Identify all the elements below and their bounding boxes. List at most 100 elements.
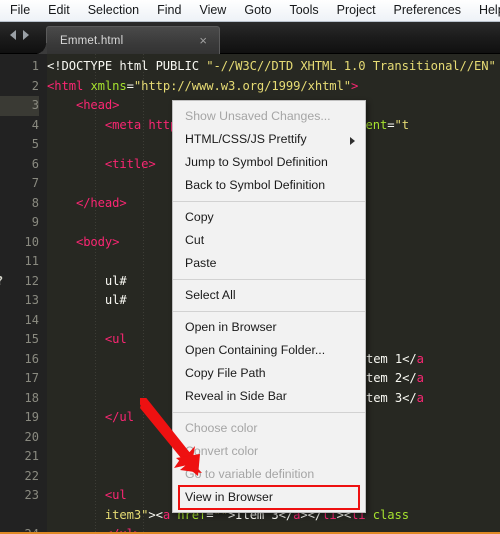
close-icon[interactable]: ×	[199, 34, 207, 47]
line-number-gutter: 1234567891011?12131415161718192021222324	[0, 54, 47, 532]
code-token: <head>	[75, 98, 120, 112]
line-number: 21	[24, 449, 39, 463]
menu-item-preferences[interactable]: Preferences	[385, 1, 470, 20]
context-menu-item-copy[interactable]: Copy	[173, 206, 365, 229]
line-number: 8	[31, 195, 39, 210]
context-menu-item-label: Go to variable definition	[185, 467, 315, 481]
code-token: <body>	[75, 234, 120, 249]
code-token: <title>	[104, 156, 156, 171]
context-menu-item-label: Back to Symbol Definition	[185, 178, 326, 192]
tab-nav-arrows	[10, 30, 29, 40]
menu-separator	[173, 311, 365, 312]
menu-item-file[interactable]: File	[0, 1, 39, 20]
code-token: <ul	[104, 488, 127, 502]
context-menu-item-label: Show Unsaved Changes...	[185, 109, 331, 123]
triangle-right-icon[interactable]	[23, 30, 29, 40]
context-menu-item-go-to-variable-definition: Go to variable definition	[173, 463, 365, 486]
line-number: 4	[31, 117, 39, 132]
menu-item-edit[interactable]: Edit	[39, 1, 79, 20]
context-menu-item-view-in-browser[interactable]: View in Browser	[178, 485, 360, 510]
code-token: ><	[148, 507, 163, 522]
context-menu-item-select-all[interactable]: Select All	[173, 284, 365, 307]
context-menu-item-show-unsaved-changes: Show Unsaved Changes...	[173, 105, 365, 128]
code-line: <body>	[47, 233, 120, 253]
line-number: 18	[24, 390, 39, 405]
context-menu-item-cut[interactable]: Cut	[173, 229, 365, 252]
menu-item-find[interactable]: Find	[148, 1, 190, 20]
menu-separator	[173, 279, 365, 280]
code-token: ul#	[47, 293, 127, 307]
context-menu-item-label: Reveal in Side Bar	[185, 389, 287, 403]
context-menu-item-paste[interactable]: Paste	[173, 252, 365, 275]
code-line: ul#	[47, 291, 127, 311]
line-number: 13	[24, 293, 39, 307]
code-token: a	[416, 351, 424, 366]
line-number: 3	[0, 96, 39, 116]
context-menu-item-open-in-browser[interactable]: Open in Browser	[173, 316, 365, 339]
menu-item-project[interactable]: Project	[328, 1, 385, 20]
menu-item-goto[interactable]: Goto	[235, 1, 280, 20]
code-line: <html xmlns="http://www.w3.org/1999/xhtm…	[47, 77, 358, 97]
question-marker-icon: ?	[0, 272, 3, 292]
context-menu-item-label: Convert color	[185, 444, 259, 458]
triangle-left-icon[interactable]	[10, 30, 16, 40]
context-menu-item-copy-file-path[interactable]: Copy File Path	[173, 362, 365, 385]
line-number: 15	[24, 332, 39, 346]
menu-separator	[173, 412, 365, 413]
line-number: ?12	[0, 272, 39, 292]
code-token: item3"	[47, 507, 149, 522]
context-menu-item-open-containing-folder[interactable]: Open Containing Folder...	[173, 339, 365, 362]
context-menu-item-choose-color: Choose color	[173, 417, 365, 440]
menu-item-selection[interactable]: Selection	[79, 1, 148, 20]
code-token: <!DOCTYPE html PUBLIC	[47, 59, 207, 73]
line-number: 9	[31, 215, 39, 229]
menu-item-tools[interactable]: Tools	[280, 1, 327, 20]
code-line: </head>	[47, 194, 127, 214]
context-menu-item-label: Jump to Symbol Definition	[185, 155, 328, 169]
context-menu-item-label: Open in Browser	[185, 320, 277, 334]
context-menu-item-label: Select All	[185, 288, 236, 302]
context-menu-item-label: Choose color	[185, 421, 258, 435]
context-menu[interactable]: Show Unsaved Changes... HTML/CSS/JS Prett…	[172, 100, 366, 513]
line-number	[0, 506, 39, 526]
line-number: 19	[24, 410, 39, 424]
line-number: 14	[24, 312, 39, 327]
line-number: 7	[31, 176, 39, 190]
code-token: =	[126, 78, 134, 93]
line-number: 1	[31, 59, 39, 73]
tab-emmet-html[interactable]: Emmet.html ×	[35, 26, 220, 55]
code-line: ul#	[47, 272, 127, 292]
code-token: <html	[47, 78, 91, 93]
context-menu-item-label: Paste	[185, 256, 217, 270]
code-token: </head>	[75, 195, 127, 210]
context-menu-item-label: HTML/CSS/JS Prettify	[185, 132, 307, 146]
chevron-right-icon	[350, 137, 355, 145]
tab-strip: Emmet.html ×	[0, 22, 500, 55]
menu-bar: File Edit Selection Find View Goto Tools Projec…	[0, 0, 500, 22]
code-token: "-//W3C//DTD XHTML 1.0 Transitional//EN"	[206, 59, 496, 73]
code-token: xmlns	[90, 78, 127, 93]
code-token: "t	[394, 117, 409, 132]
context-menu-item-reveal-in-side-bar[interactable]: Reveal in Side Bar	[173, 385, 365, 408]
menu-item-help[interactable]: Help	[470, 1, 500, 20]
context-menu-item-label: View in Browser	[185, 490, 273, 504]
line-number: 24	[24, 527, 39, 534]
context-menu-item-html-css-js-prettify[interactable]: HTML/CSS/JS Prettify	[173, 128, 365, 151]
context-menu-item-jump-to-symbol-definition[interactable]: Jump to Symbol Definition	[173, 151, 365, 174]
line-number: 23	[24, 488, 39, 502]
code-token: a	[416, 390, 424, 405]
menu-item-view[interactable]: View	[190, 1, 235, 20]
context-menu-item-back-to-symbol-definition[interactable]: Back to Symbol Definition	[173, 174, 365, 197]
code-line: </ul>	[47, 525, 141, 532]
code-token: ul#	[47, 273, 127, 288]
code-line: <!DOCTYPE html PUBLIC "-//W3C//DTD XHTML…	[47, 57, 496, 77]
code-token: >	[351, 78, 359, 93]
line-number: 11	[24, 254, 39, 268]
